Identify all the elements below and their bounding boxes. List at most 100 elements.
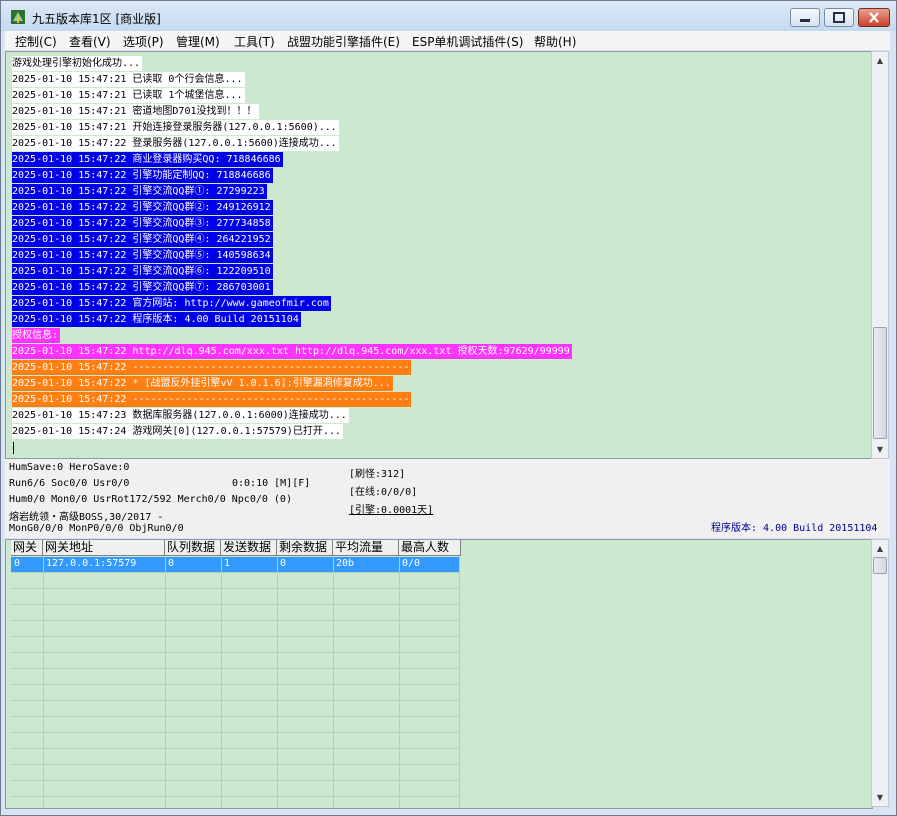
log-line: 2025-01-10 15:47:22 引擎交流QQ群⑤: 140598634 [12,248,273,263]
status-boss: 熔岩统领・高级BOSS,30/2017 - [9,512,164,523]
grid-header-max-users[interactable]: 最高人数 [399,540,461,556]
log-scrollbar[interactable]: ▲ ▼ [871,51,889,459]
close-icon [869,12,879,23]
scroll-up-icon[interactable]: ▲ [872,52,888,69]
grid-line [11,700,459,701]
grid-line [11,572,459,573]
menu-view[interactable]: 查看(V) [69,33,111,50]
grid-line [11,796,459,797]
server-window: 九五版本库1区 [商业版] 控制(C) 查看(V) 选项(P) 管理(M) 工具… [0,0,897,816]
log-line: 2025-01-10 15:47:21 已读取 1个城堡信息... [12,88,245,103]
title-bar[interactable]: 九五版本库1区 [商业版] [1,1,896,31]
scroll-down-icon[interactable]: ▼ [872,441,888,458]
log-line: 2025-01-10 15:47:21 密道地图D701没找到！！！ [12,104,259,119]
log-line: 游戏处理引擎初始化成功... [12,56,143,71]
cell-max-users: 0/0 [402,558,421,569]
grid-line [11,652,459,653]
cell-avg-traffic: 20b [336,558,355,569]
close-button[interactable] [858,8,890,27]
log-line: 2025-01-10 15:47:22 引擎功能定制QQ: 718846686 [12,168,273,183]
maximize-button[interactable] [824,8,854,27]
log-panel[interactable]: 游戏处理引擎初始化成功... 2025-01-10 15:47:21 已读取 0个… [5,51,873,459]
grid-line [11,620,459,621]
status-save: HumSave:0 HeroSave:0 [9,462,130,473]
log-line: 2025-01-10 15:47:22 --------------------… [12,392,412,407]
version-label: 程序版本: 4.00 Build 20151104 [711,523,878,534]
menu-options[interactable]: 选项(P) [123,33,164,50]
status-refresh: [刷怪:312] [349,469,406,480]
minimize-button[interactable] [790,8,820,27]
status-uptime: 0:0:10 [M][F] [232,478,311,489]
grid-column-line [221,556,222,808]
menu-manage[interactable]: 管理(M) [176,33,220,50]
grid-header-avg-traffic[interactable]: 平均流量 [333,540,399,556]
cell-queue: 0 [168,558,175,569]
status-run: Run6/6 Soc0/0 Usr0/0 [9,478,130,489]
minimize-icon [800,19,810,22]
grid-line [11,716,459,717]
window-title: 九五版本库1区 [商业版] [32,12,161,26]
menu-bar: 控制(C) 查看(V) 选项(P) 管理(M) 工具(T) 战盟功能引擎插件(E… [5,31,890,50]
grid-column-line [165,556,166,808]
cell-gateway: 0 [14,558,21,569]
log-line: 2025-01-10 15:47:23 数据库服务器(127.0.0.1:600… [12,408,349,423]
grid-header-queue[interactable]: 队列数据 [165,540,221,556]
grid-column-line [399,556,400,808]
status-online: [在线:0/0/0] [349,487,418,498]
grid-line [11,684,459,685]
cell-address: 127.0.0.1:57579 [46,558,137,569]
log-line: 2025-01-10 15:47:22 引擎交流QQ群③: 277734858 [12,216,273,231]
log-line: 2025-01-10 15:47:22 http://dlq.945.com/x… [12,344,572,359]
grid-line [11,588,459,589]
log-line: 2025-01-10 15:47:22 官方网站: http://www.gam… [12,296,331,311]
scroll-up-icon[interactable]: ▲ [872,540,888,557]
grid-line [11,780,459,781]
grid-column-line [459,556,460,808]
scroll-thumb[interactable] [873,557,887,574]
log-line: 2025-01-10 15:47:22 引擎交流QQ群⑦: 286703001 [12,280,273,295]
status-engine-link[interactable]: [引擎:0.0001天] [349,501,433,516]
grid-header-gateway[interactable]: 网关 [11,540,43,556]
menu-help[interactable]: 帮助(H) [534,33,576,50]
status-hum: Hum0/0 Mon0/0 UsrRot172/592 Merch0/0 Npc… [9,494,292,505]
menu-esp-debug-plugin[interactable]: ESP单机调试插件(S) [412,33,523,50]
log-line: 2025-01-10 15:47:22 引擎交流QQ群④: 264221952 [12,232,273,247]
log-line: 2025-01-10 15:47:22 --------------------… [12,360,412,375]
grid-header-sent[interactable]: 发送数据 [221,540,277,556]
grid-line [11,668,459,669]
log-line: 2025-01-10 15:47:22 登录服务器(127.0.0.1:5600… [12,136,339,151]
scroll-thumb[interactable] [873,327,887,439]
grid-column-line [43,556,44,808]
grid-scrollbar[interactable]: ▲ ▼ [871,539,889,807]
log-line: 2025-01-10 15:47:21 已读取 0个行会信息... [12,72,245,87]
scroll-down-icon[interactable]: ▼ [872,789,888,806]
menu-tools[interactable]: 工具(T) [234,33,275,50]
cell-remaining: 0 [280,558,287,569]
log-line: 2025-01-10 15:47:24 游戏网关[0](127.0.0.1:57… [12,424,343,439]
grid-line [11,748,459,749]
log-line: 2025-01-10 15:47:22 引擎交流QQ群②: 249126912 [12,200,273,215]
log-line: 授权信息: [12,328,61,343]
grid-column-line [277,556,278,808]
menu-control[interactable]: 控制(C) [15,33,57,50]
log-line: 2025-01-10 15:47:22 商业登录器购买QQ: 718846686 [12,152,283,167]
log-line: 2025-01-10 15:47:22 程序版本: 4.00 Build 201… [12,312,301,327]
log-line: 2025-01-10 15:47:22 * [战盟反外挂引擎vV 1.0.1.6… [12,376,393,391]
text-caret [13,442,14,454]
grid-line [11,732,459,733]
cell-sent: 1 [224,558,231,569]
gateway-grid[interactable]: 网关 网关地址 队列数据 发送数据 剩余数据 平均流量 最高人数 0 127.0… [5,539,873,809]
grid-column-line [333,556,334,808]
menu-engine-plugin[interactable]: 战盟功能引擎插件(E) [287,33,400,50]
grid-header-remaining[interactable]: 剩余数据 [277,540,333,556]
log-line: 2025-01-10 15:47:22 引擎交流QQ群⑥: 122209510 [12,264,273,279]
maximize-icon [833,12,845,23]
status-mon: MonG0/0/0 MonP0/0/0 ObjRun0/0 [9,523,184,534]
grid-line [11,604,459,605]
log-line: 2025-01-10 15:47:22 引擎交流QQ群①: 27299223 [12,184,267,199]
app-icon [11,10,25,24]
grid-line [11,636,459,637]
status-panel: HumSave:0 HeroSave:0 Run6/6 Soc0/0 Usr0/… [5,459,890,538]
grid-header-address[interactable]: 网关地址 [43,540,165,556]
grid-line [11,764,459,765]
